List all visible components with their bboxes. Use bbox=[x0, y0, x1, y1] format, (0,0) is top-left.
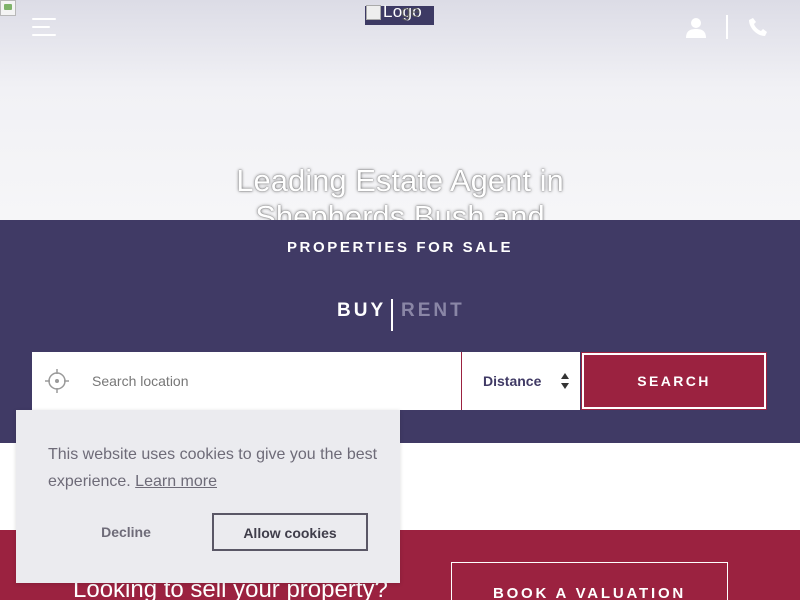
cookie-banner: This website uses cookies to give you th… bbox=[16, 410, 400, 583]
sort-arrows-icon bbox=[561, 373, 569, 389]
menu-bar bbox=[32, 34, 56, 36]
book-valuation-label: BOOK A VALUATION bbox=[492, 585, 687, 600]
broken-logo-image-icon bbox=[366, 5, 381, 20]
learn-more-link[interactable]: Learn more bbox=[135, 473, 217, 490]
hero-title-line: Shepherds Bush and bbox=[255, 199, 545, 220]
hero-banner: Logo ge Leading Estate Agent in Shepherd… bbox=[0, 0, 800, 220]
search-button[interactable]: SEARCH bbox=[581, 352, 767, 410]
decline-label: Decline bbox=[101, 524, 151, 540]
tab-rent[interactable]: RENT bbox=[401, 300, 465, 322]
book-valuation-button[interactable]: BOOK A VALUATION bbox=[451, 562, 728, 600]
location-search-box[interactable] bbox=[32, 352, 461, 410]
search-button-label: SEARCH bbox=[637, 373, 711, 389]
phone-icon[interactable] bbox=[748, 17, 768, 37]
header-divider bbox=[726, 15, 728, 39]
hamburger-menu-icon[interactable] bbox=[32, 18, 56, 36]
menu-bar bbox=[32, 26, 50, 28]
search-location-input[interactable] bbox=[92, 352, 452, 410]
crosshair-icon[interactable] bbox=[45, 369, 69, 393]
tab-buy[interactable]: BUY bbox=[337, 300, 386, 322]
panel-heading: PROPERTIES FOR SALE bbox=[286, 239, 514, 256]
broken-image-icon bbox=[0, 0, 16, 16]
distance-select[interactable]: Distance bbox=[461, 352, 580, 410]
menu-bar bbox=[32, 18, 56, 20]
allow-label: Allow cookies bbox=[243, 525, 337, 541]
hero-title: Leading Estate Agent in Shepherds Bush a… bbox=[0, 163, 800, 220]
allow-cookies-button[interactable]: Allow cookies bbox=[212, 513, 368, 551]
hero-title-line: Leading Estate Agent in bbox=[236, 163, 564, 198]
cookie-message: This website uses cookies to give you th… bbox=[48, 441, 388, 495]
site-logo[interactable]: Logo ge bbox=[365, 2, 435, 25]
distance-label: Distance bbox=[483, 373, 542, 389]
user-icon[interactable] bbox=[685, 17, 707, 39]
tab-separator bbox=[391, 299, 393, 331]
logo-overlay-text: ge bbox=[401, 2, 420, 21]
decline-cookies-button[interactable]: Decline bbox=[51, 513, 201, 551]
